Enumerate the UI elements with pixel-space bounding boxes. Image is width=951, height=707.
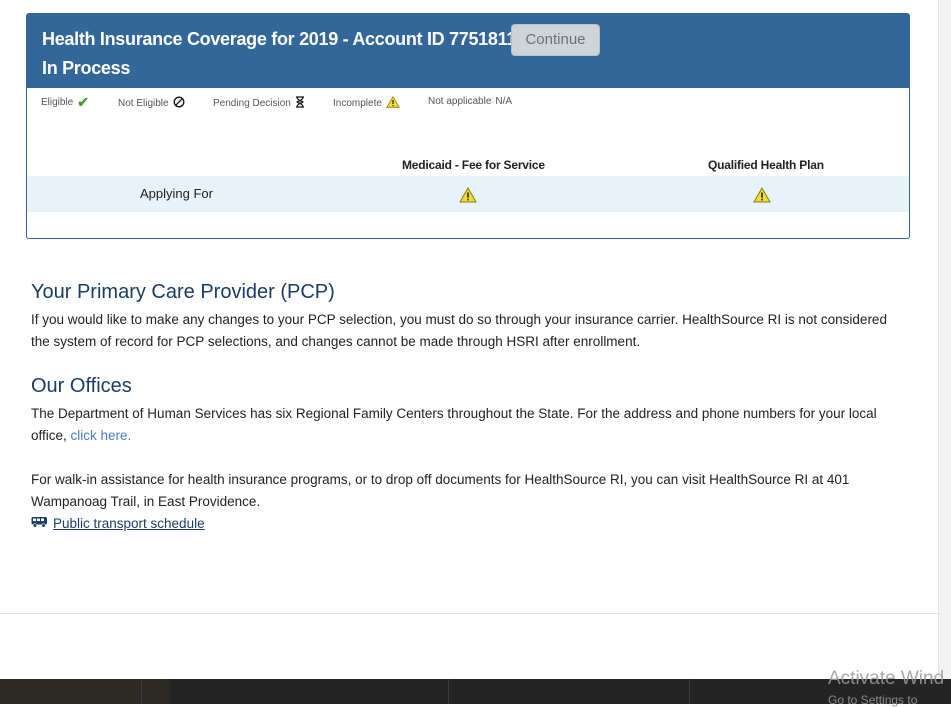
taskbar-separator xyxy=(689,679,690,704)
pcp-section: Your Primary Care Provider (PCP) If you … xyxy=(31,279,901,353)
coverage-card: Health Insurance Coverage for 2019 - Acc… xyxy=(26,13,910,239)
footer-divider xyxy=(0,613,940,614)
warning-icon xyxy=(753,186,771,203)
legend-label: Not applicable xyxy=(428,96,492,107)
legend-not-eligible: Not Eligible xyxy=(118,96,185,110)
check-icon: ✔ xyxy=(77,94,89,110)
legend-pending: Pending Decision xyxy=(213,96,305,110)
warning-icon xyxy=(459,186,477,203)
taskbar-separator xyxy=(448,679,449,704)
public-transport-link[interactable]: Public transport schedule xyxy=(53,516,205,531)
pcp-heading: Your Primary Care Provider (PCP) xyxy=(31,281,335,303)
applying-for-label: Applying For xyxy=(140,186,213,201)
coverage-status: In Process xyxy=(42,58,131,78)
card-header: Health Insurance Coverage for 2019 - Acc… xyxy=(27,14,909,88)
taskbar-thumbnail xyxy=(0,679,170,704)
walkin-text: For walk-in assistance for health insura… xyxy=(31,472,850,509)
legend-eligible: Eligible ✔ xyxy=(41,94,89,110)
legend-not-applicable: Not applicable N/A xyxy=(428,96,512,107)
hourglass-icon xyxy=(295,96,305,110)
bus-icon xyxy=(31,516,48,531)
legend-incomplete: Incomplete xyxy=(333,96,400,110)
legend-label: Pending Decision xyxy=(213,97,291,109)
column-header-medicaid: Medicaid - Fee for Service xyxy=(402,158,545,172)
click-here-link[interactable]: click here. xyxy=(71,428,132,443)
scrollbar-track[interactable] xyxy=(938,0,951,680)
offices-section: Our Offices The Department of Human Serv… xyxy=(31,373,901,513)
warning-icon xyxy=(385,96,400,110)
legend-label: Eligible xyxy=(41,96,74,108)
activate-windows-subtext: Go to Settings to xyxy=(828,693,918,707)
transport-link-row[interactable]: Public transport schedule xyxy=(31,516,205,531)
taskbar xyxy=(0,679,951,704)
continue-button[interactable]: Continue xyxy=(511,24,600,56)
taskbar-separator xyxy=(141,679,142,704)
applying-for-row: Applying For xyxy=(27,176,909,212)
offices-heading: Our Offices xyxy=(31,375,132,397)
offices-body-text: The Department of Human Services has six… xyxy=(31,406,877,443)
not-eligible-icon xyxy=(173,96,185,110)
column-header-qhp: Qualified Health Plan xyxy=(708,158,824,172)
na-text: N/A xyxy=(495,96,513,107)
offices-body: The Department of Human Services has six… xyxy=(31,403,901,447)
coverage-title: Health Insurance Coverage for 2019 - Acc… xyxy=(42,29,536,49)
legend-label: Not Eligible xyxy=(118,97,169,109)
activate-windows-watermark: Activate Wind xyxy=(828,668,945,689)
pcp-body: If you would like to make any changes to… xyxy=(31,312,887,349)
legend-label: Incomplete xyxy=(333,97,382,109)
